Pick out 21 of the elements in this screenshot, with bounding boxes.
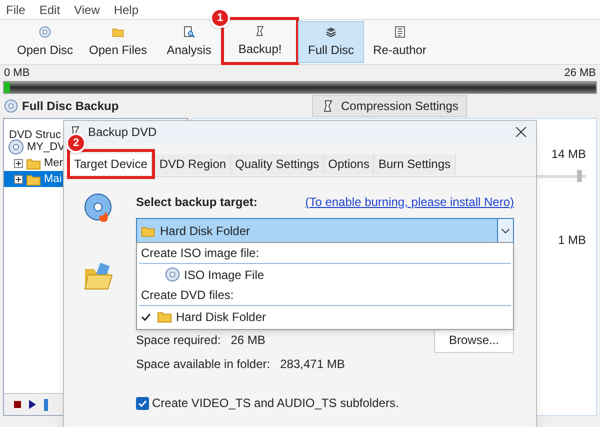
option-group-header: Create ISO image file:	[139, 243, 511, 264]
checkbox-label: Create VIDEO_TS and AUDIO_TS subfolders.	[152, 395, 399, 412]
tree-label: Mer	[44, 156, 63, 171]
size-reading: 1 MB	[558, 232, 586, 249]
size-reading: 14 MB	[551, 146, 586, 163]
tree-heading: DVD Struc	[9, 129, 61, 141]
dropdown-value: Hard Disk Folder	[160, 222, 250, 240]
dialog-title: Backup DVD	[88, 124, 157, 141]
callout-badge: 2	[66, 133, 86, 153]
select-label: Select backup target:	[136, 194, 258, 211]
space-available: Space available in folder: 283,471 MB	[136, 356, 346, 373]
option-label: Hard Disk Folder	[176, 308, 266, 326]
option-label: ISO Image File	[184, 266, 264, 284]
tree-label: Mai	[44, 172, 62, 187]
scale-start: 0 MB	[4, 66, 30, 81]
tree-label: MY_DV	[27, 140, 65, 155]
option-group-header: Create DVD files:	[139, 285, 511, 306]
scale-end: 26 MB	[564, 66, 596, 81]
section-title: Full Disc Backup	[22, 98, 120, 115]
space-required: Space required: 26 MB	[136, 332, 266, 349]
callout-badge: 1	[210, 8, 230, 28]
